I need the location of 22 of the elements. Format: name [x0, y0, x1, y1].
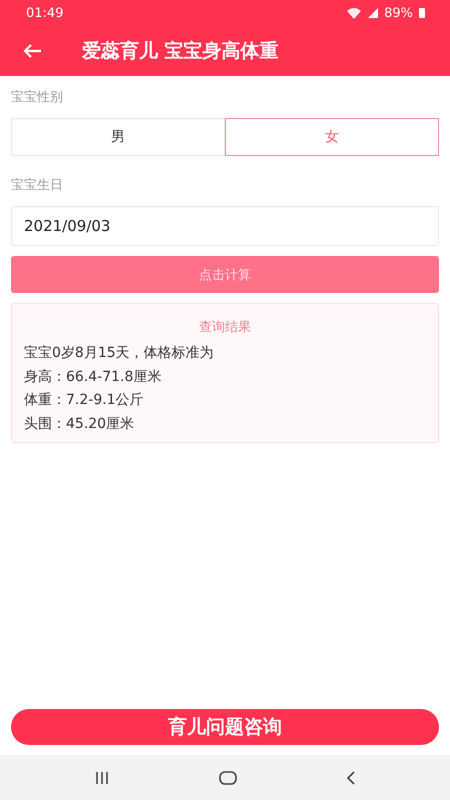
back-icon[interactable]: [346, 770, 356, 784]
back-arrow-icon: [22, 43, 42, 59]
gender-option[interactable]: 男: [11, 118, 225, 156]
battery-icon: [418, 7, 426, 19]
recent-apps-icon[interactable]: [94, 770, 110, 784]
page-title: 爱蕊育儿 宝宝身高体重: [82, 39, 279, 64]
consult-button[interactable]: 育儿问题咨询: [11, 709, 439, 745]
field-label: 宝宝性别: [11, 89, 64, 107]
result-title: 查询结果: [198, 319, 252, 336]
date-field[interactable]: 2021/09/03: [11, 206, 439, 246]
result-line: 体重：7.2-9.1公斤: [24, 391, 145, 410]
calculate-button[interactable]: 点击计算: [11, 256, 439, 293]
result-line: 宝宝0岁8月15天，体格标准为: [24, 344, 215, 363]
wifi-icon: [346, 7, 362, 19]
signal-icon: [367, 7, 380, 19]
home-icon[interactable]: [218, 770, 237, 784]
battery-percent: 89%: [384, 6, 413, 20]
gender-option[interactable]: 女: [225, 118, 439, 156]
result-line: 身高：66.4-71.8厘米: [24, 368, 162, 386]
result-line: 头围：45.20厘米: [24, 414, 136, 434]
status-time: 01:49: [26, 6, 64, 20]
field-label: 宝宝生日: [11, 177, 64, 195]
